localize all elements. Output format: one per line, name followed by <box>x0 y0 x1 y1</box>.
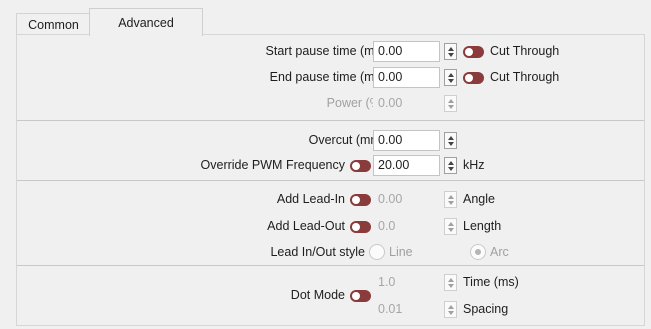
lead-out-label: Add Lead-Out <box>267 219 345 233</box>
advanced-panel: Start pause time (ms) 0.00 Cut Through E… <box>16 34 645 326</box>
lead-out-input[interactable]: 0.0 <box>373 216 440 237</box>
lead-out-spinner[interactable] <box>444 218 457 235</box>
start-pause-spinner[interactable] <box>444 43 457 60</box>
power-spinner[interactable] <box>444 95 457 112</box>
lead-style-arc-radio[interactable] <box>470 244 486 260</box>
end-cut-through-toggle[interactable] <box>463 72 484 84</box>
lead-in-unit-label: Angle <box>463 192 495 206</box>
override-pwm-toggle[interactable] <box>350 160 371 172</box>
tab-advanced-label: Advanced <box>118 15 174 30</box>
dot-time-input[interactable]: 1.0 <box>373 272 440 293</box>
end-pause-spinner[interactable] <box>444 69 457 86</box>
end-pause-input[interactable]: 0.00 <box>373 67 440 88</box>
power-input[interactable]: 0.00 <box>373 93 440 114</box>
tab-common[interactable]: Common <box>16 13 91 35</box>
dot-time-unit-label: Time (ms) <box>463 275 519 289</box>
end-cut-through-label: Cut Through <box>490 70 560 84</box>
start-cut-through-toggle[interactable] <box>463 46 484 58</box>
lead-in-label: Add Lead-In <box>276 192 345 206</box>
section-divider <box>17 120 644 121</box>
lead-style-line-radio[interactable] <box>369 244 385 260</box>
lead-style-label: Lead In/Out style <box>270 245 365 259</box>
lead-in-toggle[interactable] <box>350 194 371 206</box>
dot-spacing-spinner[interactable] <box>444 301 457 318</box>
overcut-input[interactable]: 0.00 <box>373 130 440 151</box>
section-divider <box>17 180 644 181</box>
lead-in-input[interactable]: 0.00 <box>373 189 440 210</box>
end-pause-label: End pause time (ms) <box>269 70 385 84</box>
pwm-frequency-spinner[interactable] <box>444 157 457 174</box>
start-pause-input[interactable]: 0.00 <box>373 41 440 62</box>
dot-mode-toggle[interactable] <box>350 290 371 302</box>
pwm-unit-label: kHz <box>463 158 485 172</box>
lead-out-toggle[interactable] <box>350 221 371 233</box>
dot-mode-label: Dot Mode <box>290 288 345 302</box>
lead-in-spinner[interactable] <box>444 191 457 208</box>
start-cut-through-label: Cut Through <box>490 44 560 58</box>
dot-spacing-input[interactable]: 0.01 <box>373 299 440 320</box>
lead-style-arc-label: Arc <box>490 245 509 259</box>
lead-out-unit-label: Length <box>463 219 502 233</box>
lead-style-line-label: Line <box>389 245 413 259</box>
tab-common-label: Common <box>28 17 79 32</box>
overcut-spinner[interactable] <box>444 132 457 149</box>
start-pause-label: Start pause time (ms) <box>265 44 385 58</box>
pwm-frequency-input[interactable]: 20.00 <box>373 155 440 176</box>
section-divider <box>17 265 644 266</box>
override-pwm-label: Override PWM Frequency <box>200 158 345 172</box>
dot-spacing-unit-label: Spacing <box>463 302 509 316</box>
tab-advanced[interactable]: Advanced <box>89 8 203 36</box>
dot-time-spinner[interactable] <box>444 274 457 291</box>
